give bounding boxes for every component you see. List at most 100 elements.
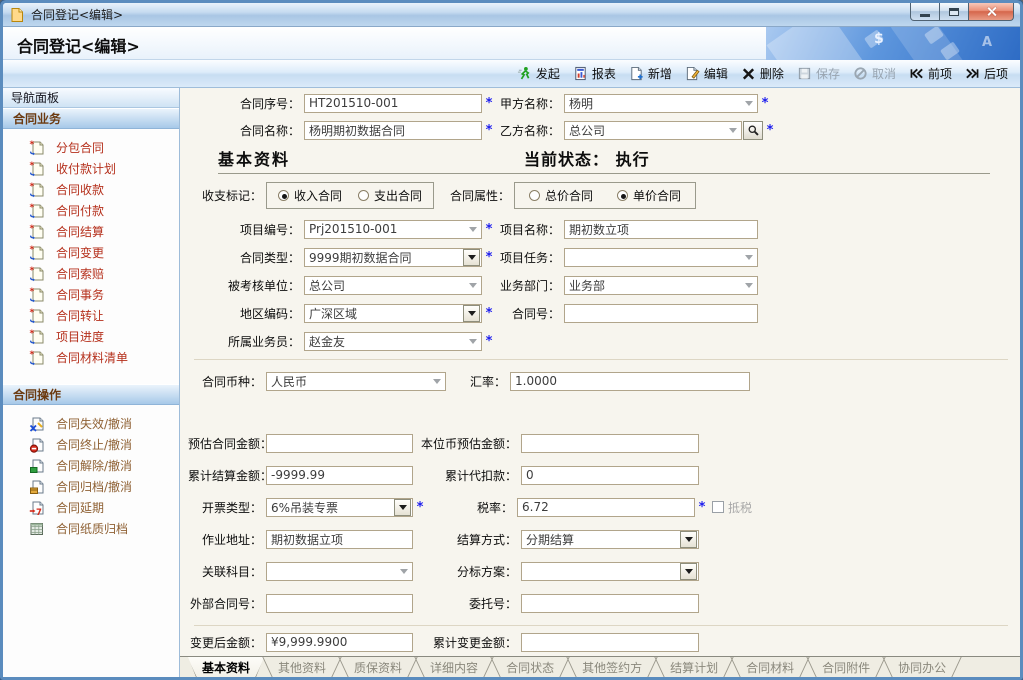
contract-name-input[interactable]: 杨明期初数据合同 bbox=[304, 121, 482, 140]
total-change-amount-input[interactable] bbox=[521, 633, 699, 652]
sidebar-item-contract-invalid[interactable]: 合同失效/撤消 bbox=[3, 413, 179, 434]
party-b-search-button[interactable] bbox=[743, 121, 763, 140]
exchange-rate-input[interactable]: 1.0000 bbox=[510, 372, 750, 391]
sidebar-item-payment-plan[interactable]: * 收付款计划 bbox=[3, 158, 179, 179]
bid-plan-dropdown[interactable] bbox=[521, 562, 699, 581]
form-row: 合同币种： 人民币 汇率： 1.0000 bbox=[188, 371, 1020, 391]
new-button[interactable]: 新增 bbox=[629, 65, 672, 82]
tab-basic-info[interactable]: 基本资料 bbox=[188, 657, 264, 677]
dropdown-button[interactable] bbox=[394, 499, 411, 516]
project-no-dropdown[interactable]: Prj201510-001 bbox=[304, 220, 482, 239]
region-code-dropdown[interactable]: 广深区域 bbox=[304, 304, 482, 323]
application-window: 合同登记<编辑> 合同登记<编辑> $ A bbox=[0, 0, 1023, 680]
settle-method-dropdown[interactable]: 分期结算 bbox=[521, 530, 699, 549]
minimize-button[interactable] bbox=[910, 3, 940, 21]
project-name-input[interactable]: 期初数立项 bbox=[564, 220, 758, 239]
launch-button[interactable]: 发起 bbox=[517, 65, 560, 82]
dollar-glyph: $ bbox=[874, 31, 884, 47]
maximize-button[interactable] bbox=[939, 3, 969, 21]
svg-text:*: * bbox=[30, 203, 35, 213]
dropdown-button[interactable] bbox=[680, 531, 697, 548]
dropdown-button[interactable] bbox=[463, 305, 480, 322]
delete-button[interactable]: 删除 bbox=[741, 65, 784, 82]
doc-new-icon: * bbox=[29, 245, 45, 261]
form-row: 作业地址： 期初数据立项 结算方式： 分期结算 bbox=[188, 529, 1020, 549]
next-button[interactable]: 后项 bbox=[965, 65, 1008, 82]
contract-no-input[interactable] bbox=[564, 304, 758, 323]
sidebar-item-contract-change[interactable]: * 合同变更 bbox=[3, 242, 179, 263]
radio-expense-contract[interactable]: 支出合同 bbox=[358, 187, 422, 204]
group-header-contract-operations[interactable]: 合同操作 bbox=[3, 384, 179, 405]
business-dept-dropdown[interactable]: 业务部 bbox=[564, 276, 758, 295]
required-marker: * bbox=[482, 250, 496, 265]
related-subject-dropdown[interactable] bbox=[266, 562, 413, 581]
navigation-sidebar: 导航面板 合同业务 * 分包合同 * 收付款计划 * 合同收款 bbox=[3, 88, 180, 677]
tab-contract-attachment[interactable]: 合同附件 bbox=[808, 657, 884, 677]
settled-amount-input[interactable]: -9999.99 bbox=[266, 466, 413, 485]
radio-total-price-contract[interactable]: 总价合同 bbox=[529, 187, 593, 204]
group-header-contract-business[interactable]: 合同业务 bbox=[3, 108, 179, 129]
contract-attr-radio-group: 总价合同 单价合同 bbox=[514, 182, 696, 209]
tab-other-signatories[interactable]: 其他签约方 bbox=[568, 657, 656, 677]
tax-rate-input[interactable]: 6.72 bbox=[517, 498, 695, 517]
dropdown-button[interactable] bbox=[463, 249, 480, 266]
tax-deduct-checkbox[interactable] bbox=[712, 501, 724, 513]
sidebar-item-contract-transfer[interactable]: * 合同转让 bbox=[3, 305, 179, 326]
sidebar-item-contract-extend[interactable]: 7 合同延期 bbox=[3, 497, 179, 518]
radio-income-contract[interactable]: 收入合同 bbox=[278, 187, 342, 204]
report-button[interactable]: 报表 bbox=[573, 65, 616, 82]
sidebar-item-contract-claim[interactable]: * 合同索赔 bbox=[3, 263, 179, 284]
contract-type-dropdown[interactable]: 9999期初数据合同 bbox=[304, 248, 482, 267]
tab-collaboration[interactable]: 协同办公 bbox=[884, 657, 960, 677]
external-contract-no-input[interactable] bbox=[266, 594, 413, 613]
estimated-amount-input[interactable] bbox=[266, 434, 413, 453]
close-button[interactable] bbox=[968, 3, 1014, 21]
form-row: 外部合同号： 委托号： bbox=[188, 593, 1020, 613]
changed-amount-input[interactable]: ¥9,999.9900 bbox=[266, 633, 413, 652]
withhold-amount-input[interactable]: 0 bbox=[521, 466, 699, 485]
form-row: 开票类型： 6%吊装专票 * 税率： 6.72 * 抵税 bbox=[188, 497, 1020, 517]
field-label: 结算方式： bbox=[413, 531, 517, 548]
status-value: 执行 bbox=[616, 150, 650, 169]
sidebar-item-project-progress[interactable]: * 项目进度 bbox=[3, 326, 179, 347]
tab-contract-status[interactable]: 合同状态 bbox=[492, 657, 568, 677]
salesman-dropdown[interactable]: 赵金友 bbox=[304, 332, 482, 351]
dropdown-button[interactable] bbox=[680, 563, 697, 580]
cancel-button[interactable]: 取消 bbox=[853, 65, 896, 82]
edit-button[interactable]: 编辑 bbox=[685, 65, 728, 82]
sidebar-item-contract-paper-archive[interactable]: 合同纸质归档 bbox=[3, 518, 179, 539]
sidebar-item-contract-settlement[interactable]: * 合同结算 bbox=[3, 221, 179, 242]
radio-unit-price-contract[interactable]: 单价合同 bbox=[617, 187, 681, 204]
project-task-dropdown[interactable] bbox=[564, 248, 758, 267]
sidebar-item-contract-payment[interactable]: * 合同付款 bbox=[3, 200, 179, 221]
party-a-dropdown[interactable]: 杨明 bbox=[564, 94, 758, 113]
doc-new-icon: * bbox=[29, 350, 45, 366]
sidebar-item-contract-archive[interactable]: 合同归档/撤消 bbox=[3, 476, 179, 497]
tab-detail-content[interactable]: 详细内容 bbox=[416, 657, 492, 677]
previous-button[interactable]: 前项 bbox=[909, 65, 952, 82]
sidebar-item-contract-terminate[interactable]: 合同终止/撤消 bbox=[3, 434, 179, 455]
sidebar-item-label: 项目进度 bbox=[56, 328, 104, 345]
sidebar-item-label: 合同纸质归档 bbox=[56, 520, 128, 537]
invoice-type-dropdown[interactable]: 6%吊装专票 bbox=[266, 498, 413, 517]
sidebar-item-contract-receipt[interactable]: * 合同收款 bbox=[3, 179, 179, 200]
form-row: 地区编码： 广深区域 * 合同号： bbox=[188, 303, 1020, 323]
next-label: 后项 bbox=[984, 65, 1008, 82]
entrust-no-input[interactable] bbox=[521, 594, 699, 613]
sidebar-item-contract-affairs[interactable]: * 合同事务 bbox=[3, 284, 179, 305]
contract-serial-input[interactable]: HT201510-001 bbox=[304, 94, 482, 113]
party-b-dropdown[interactable]: 总公司 bbox=[564, 121, 742, 140]
base-estimated-amount-input[interactable] bbox=[521, 434, 699, 453]
tab-settlement-plan[interactable]: 结算计划 bbox=[656, 657, 732, 677]
sidebar-item-contract-material-list[interactable]: * 合同材料清单 bbox=[3, 347, 179, 368]
save-button[interactable]: 保存 bbox=[797, 65, 840, 82]
work-address-input[interactable]: 期初数据立项 bbox=[266, 530, 413, 549]
tab-other-info[interactable]: 其他资料 bbox=[264, 657, 340, 677]
currency-dropdown[interactable]: 人民币 bbox=[266, 372, 446, 391]
tab-warranty-info[interactable]: 质保资料 bbox=[340, 657, 416, 677]
field-label: 外部合同号： bbox=[188, 595, 262, 612]
sidebar-item-contract-release[interactable]: 合同解除/撤消 bbox=[3, 455, 179, 476]
sidebar-item-subcontract[interactable]: * 分包合同 bbox=[3, 137, 179, 158]
tab-contract-material[interactable]: 合同材料 bbox=[732, 657, 808, 677]
assessed-unit-dropdown[interactable]: 总公司 bbox=[304, 276, 482, 295]
